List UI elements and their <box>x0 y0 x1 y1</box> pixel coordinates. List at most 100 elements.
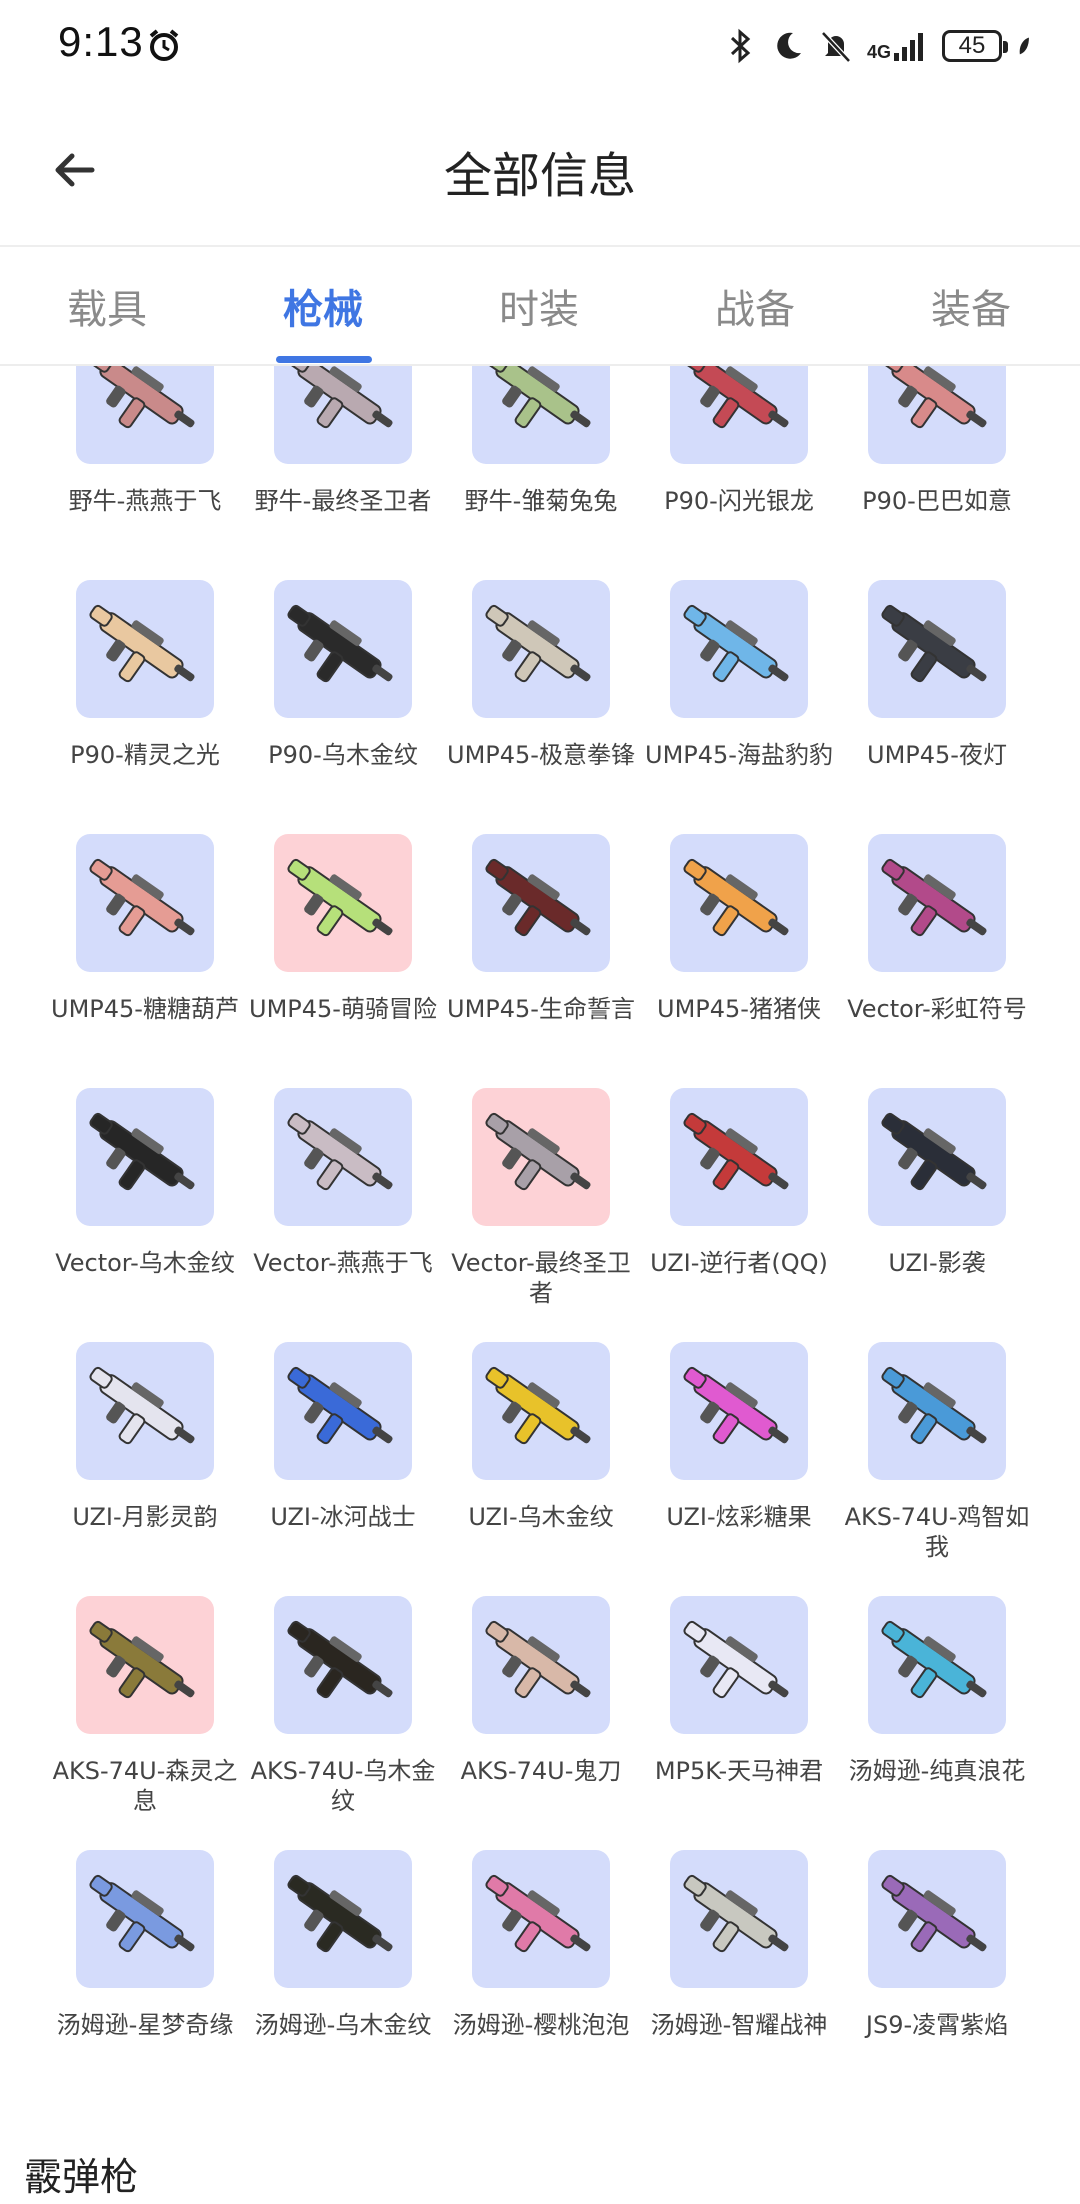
weapon-item[interactable]: UMP45-糖糖葫芦 <box>44 834 242 1088</box>
weapon-thumbnail[interactable] <box>472 580 610 718</box>
section-title-shotguns: 霰弹枪 <box>24 2155 139 2199</box>
alarm-icon <box>149 29 179 61</box>
weapon-thumbnail[interactable] <box>868 366 1006 464</box>
weapon-grid-viewport[interactable]: 野牛-燕燕于飞 野牛-最终圣卫者 野牛-雏菊兔兔 P90-闪光银龙 P90-巴巴如意 P9… <box>0 366 1080 2046</box>
weapon-item[interactable]: UZI-逆行者(QQ) <box>638 1088 836 1342</box>
weapon-thumbnail[interactable] <box>472 1088 610 1226</box>
gun-icon <box>485 1112 591 1191</box>
status-time: 9:13 <box>58 18 144 65</box>
weapon-thumbnail[interactable] <box>76 1596 214 1734</box>
weapon-item[interactable]: P90-闪光银龙 <box>638 366 836 580</box>
weapon-item[interactable]: AKS-74U-乌木金纹 <box>242 1596 440 1850</box>
leaf-icon <box>1019 37 1029 55</box>
weapon-thumbnail[interactable] <box>868 1088 1006 1226</box>
weapon-thumbnail[interactable] <box>472 1342 610 1480</box>
weapon-item[interactable]: UZI-冰河战士 <box>242 1342 440 1596</box>
gun-icon <box>89 1874 195 1953</box>
gun-icon <box>89 1112 195 1191</box>
weapon-thumbnail[interactable] <box>670 366 808 464</box>
weapon-item[interactable]: UMP45-生命誓言 <box>440 834 638 1088</box>
weapon-item[interactable]: UZI-炫彩糖果 <box>638 1342 836 1596</box>
tab-vehicles[interactable]: 载具 <box>22 277 192 335</box>
bluetooth-icon <box>730 28 751 64</box>
weapon-label: AKS-74U-乌木金纹 <box>250 1757 436 1815</box>
weapon-item[interactable]: AKS-74U-森灵之息 <box>44 1596 242 1850</box>
gun-icon <box>287 604 393 683</box>
weapon-thumbnail[interactable] <box>76 366 214 464</box>
weapon-thumbnail[interactable] <box>76 834 214 972</box>
weapon-item[interactable]: 野牛-最终圣卫者 <box>242 366 440 580</box>
gun-icon <box>89 604 195 683</box>
weapon-thumbnail[interactable] <box>670 1596 808 1734</box>
weapon-thumbnail[interactable] <box>868 1850 1006 1988</box>
weapon-item[interactable]: Vector-彩虹符号 <box>836 834 1034 1088</box>
weapon-item[interactable]: UZI-影袭 <box>836 1088 1034 1342</box>
weapon-item[interactable]: Vector-乌木金纹 <box>44 1088 242 1342</box>
weapon-item[interactable]: 汤姆逊-智耀战神 <box>638 1850 836 2046</box>
weapon-thumbnail[interactable] <box>472 366 610 464</box>
weapon-thumbnail[interactable] <box>76 1850 214 1988</box>
weapon-item[interactable]: UMP45-萌骑冒险 <box>242 834 440 1088</box>
weapon-thumbnail[interactable] <box>670 1850 808 1988</box>
weapon-item[interactable]: UMP45-海盐豹豹 <box>638 580 836 834</box>
weapon-item[interactable]: 汤姆逊-樱桃泡泡 <box>440 1850 638 2046</box>
weapon-item[interactable]: AKS-74U-鬼刀 <box>440 1596 638 1850</box>
weapon-item[interactable]: AKS-74U-鸡智如我 <box>836 1342 1034 1596</box>
weapon-label: Vector-彩虹符号 <box>847 995 1027 1023</box>
weapon-item[interactable]: 汤姆逊-纯真浪花 <box>836 1596 1034 1850</box>
mute-bell-icon <box>821 31 851 63</box>
weapon-label: P90-乌木金纹 <box>268 741 418 769</box>
weapon-item[interactable]: P90-巴巴如意 <box>836 366 1034 580</box>
gun-icon <box>287 1874 393 1953</box>
tab-combat-supplies[interactable]: 战备 <box>670 277 840 335</box>
weapon-thumbnail[interactable] <box>670 834 808 972</box>
weapon-item[interactable]: 野牛-燕燕于飞 <box>44 366 242 580</box>
weapon-item[interactable]: UMP45-极意拳锋 <box>440 580 638 834</box>
weapon-thumbnail[interactable] <box>868 580 1006 718</box>
weapon-thumbnail[interactable] <box>868 1342 1006 1480</box>
weapon-item[interactable]: 野牛-雏菊兔兔 <box>440 366 638 580</box>
weapon-thumbnail[interactable] <box>274 366 412 464</box>
weapon-item[interactable]: 汤姆逊-星梦奇缘 <box>44 1850 242 2046</box>
weapon-item[interactable]: P90-精灵之光 <box>44 580 242 834</box>
weapon-thumbnail[interactable] <box>76 1088 214 1226</box>
weapon-thumbnail[interactable] <box>472 834 610 972</box>
weapon-thumbnail[interactable] <box>670 1342 808 1480</box>
weapon-item[interactable]: 汤姆逊-乌木金纹 <box>242 1850 440 2046</box>
weapon-thumbnail[interactable] <box>76 1342 214 1480</box>
weapon-thumbnail[interactable] <box>274 1596 412 1734</box>
weapon-item[interactable]: UZI-月影灵韵 <box>44 1342 242 1596</box>
weapon-label: Vector-燕燕于飞 <box>253 1249 433 1277</box>
active-tab-indicator <box>276 356 372 363</box>
weapon-item[interactable]: JS9-凌霄紫焰 <box>836 1850 1034 2046</box>
weapon-thumbnail[interactable] <box>274 580 412 718</box>
weapon-item[interactable]: MP5K-天马神君 <box>638 1596 836 1850</box>
gun-icon <box>881 366 987 429</box>
gun-icon <box>683 366 789 429</box>
weapon-item[interactable]: UZI-乌木金纹 <box>440 1342 638 1596</box>
weapon-thumbnail[interactable] <box>472 1596 610 1734</box>
weapon-thumbnail[interactable] <box>274 1850 412 1988</box>
weapon-item[interactable]: Vector-最终圣卫者 <box>440 1088 638 1342</box>
weapon-thumbnail[interactable] <box>472 1850 610 1988</box>
weapon-thumbnail[interactable] <box>274 834 412 972</box>
tab-firearms[interactable]: 枪械 <box>238 277 408 335</box>
tab-equipment[interactable]: 装备 <box>886 277 1056 335</box>
weapon-thumbnail[interactable] <box>670 1088 808 1226</box>
tab-outfits[interactable]: 时装 <box>454 277 624 335</box>
weapon-item[interactable]: UMP45-猪猪侠 <box>638 834 836 1088</box>
weapon-thumbnail[interactable] <box>670 580 808 718</box>
signal-icon <box>894 33 923 61</box>
gun-icon <box>683 858 789 937</box>
gun-icon <box>89 366 195 429</box>
gun-icon <box>881 1112 987 1191</box>
weapon-thumbnail[interactable] <box>274 1088 412 1226</box>
weapon-item[interactable]: P90-乌木金纹 <box>242 580 440 834</box>
weapon-thumbnail[interactable] <box>76 580 214 718</box>
weapon-thumbnail[interactable] <box>868 1596 1006 1734</box>
weapon-item[interactable]: UMP45-夜灯 <box>836 580 1034 834</box>
weapon-thumbnail[interactable] <box>274 1342 412 1480</box>
weapon-item[interactable]: Vector-燕燕于飞 <box>242 1088 440 1342</box>
weapon-label: 野牛-燕燕于飞 <box>68 487 222 515</box>
weapon-thumbnail[interactable] <box>868 834 1006 972</box>
